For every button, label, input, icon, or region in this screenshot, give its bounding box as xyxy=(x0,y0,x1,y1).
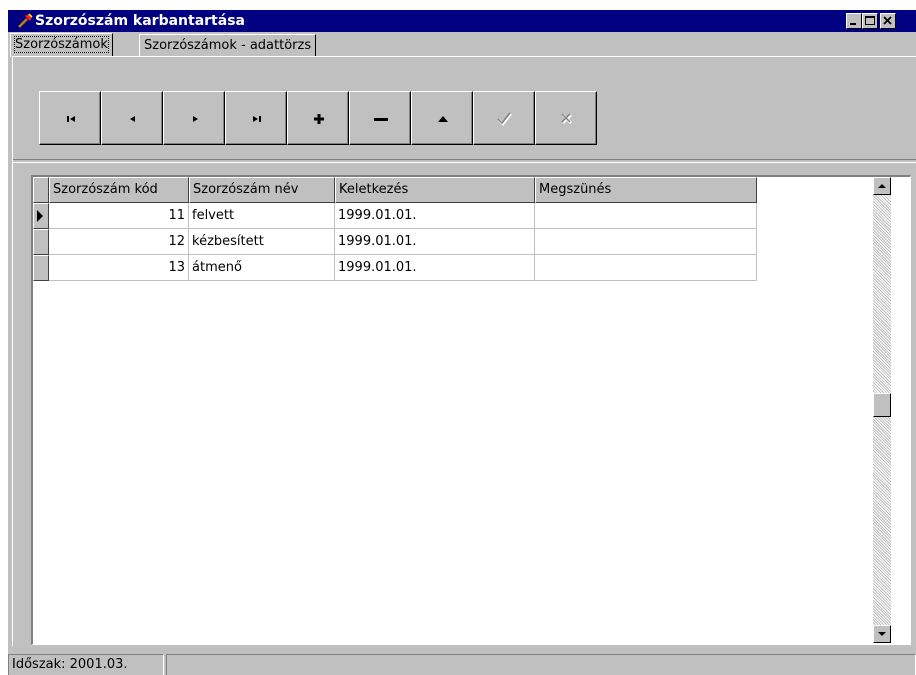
table-cell-kod[interactable]: 13 xyxy=(49,255,189,281)
x-icon xyxy=(561,113,572,124)
first-record-button[interactable] xyxy=(39,91,101,145)
tab-szorzoszamok-adattorzs[interactable]: Szorzószámok - adattörzs xyxy=(139,34,317,56)
data-grid[interactable]: Szorzószám kód Szorzószám név Keletkezés… xyxy=(31,175,911,645)
status-panel-2 xyxy=(166,654,916,675)
delete-record-button[interactable] xyxy=(349,91,411,145)
last-record-button[interactable] xyxy=(225,91,287,145)
close-icon xyxy=(883,16,892,25)
last-icon xyxy=(253,116,261,122)
cancel-record-button[interactable] xyxy=(535,91,597,145)
current-row-arrow-icon xyxy=(37,210,43,222)
tab-strip: Szorzószámok Szorzószámok - adattörzs xyxy=(8,33,916,58)
row-indicator[interactable] xyxy=(33,203,49,229)
table-cell-keletkezes[interactable]: 1999.01.01. xyxy=(335,229,535,255)
post-record-button[interactable] xyxy=(473,91,535,145)
next-icon xyxy=(193,116,198,122)
up-triangle-icon xyxy=(438,116,448,122)
grid-cells: Szorzószám kód Szorzószám név Keletkezés… xyxy=(33,177,873,643)
table-cell-megszunes[interactable] xyxy=(535,229,757,255)
row-indicator[interactable] xyxy=(33,229,49,255)
edit-record-button[interactable] xyxy=(411,91,473,145)
close-button[interactable] xyxy=(880,13,896,29)
column-header-nev[interactable]: Szorzószám név xyxy=(189,177,335,203)
app-key-icon xyxy=(18,13,33,28)
minus-icon xyxy=(374,118,388,121)
status-period: Időszak: 2001.03. xyxy=(8,654,164,675)
scroll-up-button[interactable] xyxy=(873,177,891,195)
prior-icon xyxy=(130,116,135,122)
vertical-scrollbar[interactable] xyxy=(873,177,891,643)
separator xyxy=(13,159,916,163)
tab-page: Szorzószám kód Szorzószám név Keletkezés… xyxy=(12,56,916,646)
first-icon xyxy=(67,116,75,122)
plus-icon xyxy=(314,114,324,124)
header-indicator-cell xyxy=(33,177,49,203)
scroll-thumb[interactable] xyxy=(873,393,891,417)
column-header-keletkezes[interactable]: Keletkezés xyxy=(335,177,535,203)
tab-label: Szorzószámok xyxy=(14,36,109,53)
table-cell-nev[interactable]: átmenő xyxy=(189,255,335,281)
title-bar[interactable]: Szorzószám karbantartása xyxy=(8,10,916,32)
maximize-icon xyxy=(865,16,875,25)
table-cell-megszunes[interactable] xyxy=(535,203,757,229)
main-window: Szorzószám karbantartása Szorzószámok Sz… xyxy=(8,10,916,675)
window-title: Szorzószám karbantartása xyxy=(35,13,245,29)
minimize-icon xyxy=(850,23,856,25)
table-cell-keletkezes[interactable]: 1999.01.01. xyxy=(335,255,535,281)
prior-record-button[interactable] xyxy=(101,91,163,145)
maximize-button[interactable] xyxy=(862,13,878,29)
minimize-button[interactable] xyxy=(846,13,862,29)
table-cell-kod[interactable]: 12 xyxy=(49,229,189,255)
table-cell-keletkezes[interactable]: 1999.01.01. xyxy=(335,203,535,229)
row-indicator[interactable] xyxy=(33,255,49,281)
table-cell-megszunes[interactable] xyxy=(535,255,757,281)
scroll-up-icon xyxy=(878,184,886,188)
tab-szorzoszamok[interactable]: Szorzószámok xyxy=(10,33,113,57)
db-navigator xyxy=(39,91,599,145)
insert-record-button[interactable] xyxy=(287,91,349,145)
column-header-kod[interactable]: Szorzószám kód xyxy=(49,177,189,203)
check-icon xyxy=(497,112,512,126)
scroll-down-icon xyxy=(878,632,886,636)
scroll-down-button[interactable] xyxy=(873,625,891,643)
table-cell-nev[interactable]: kézbesített xyxy=(189,229,335,255)
column-header-megszunes[interactable]: Megszünés xyxy=(535,177,757,203)
next-record-button[interactable] xyxy=(163,91,225,145)
tab-label: Szorzószámok - adattörzs xyxy=(144,38,312,53)
table-cell-kod[interactable]: 11 xyxy=(49,203,189,229)
status-bar: Időszak: 2001.03. xyxy=(8,652,916,675)
table-cell-nev[interactable]: felvett xyxy=(189,203,335,229)
